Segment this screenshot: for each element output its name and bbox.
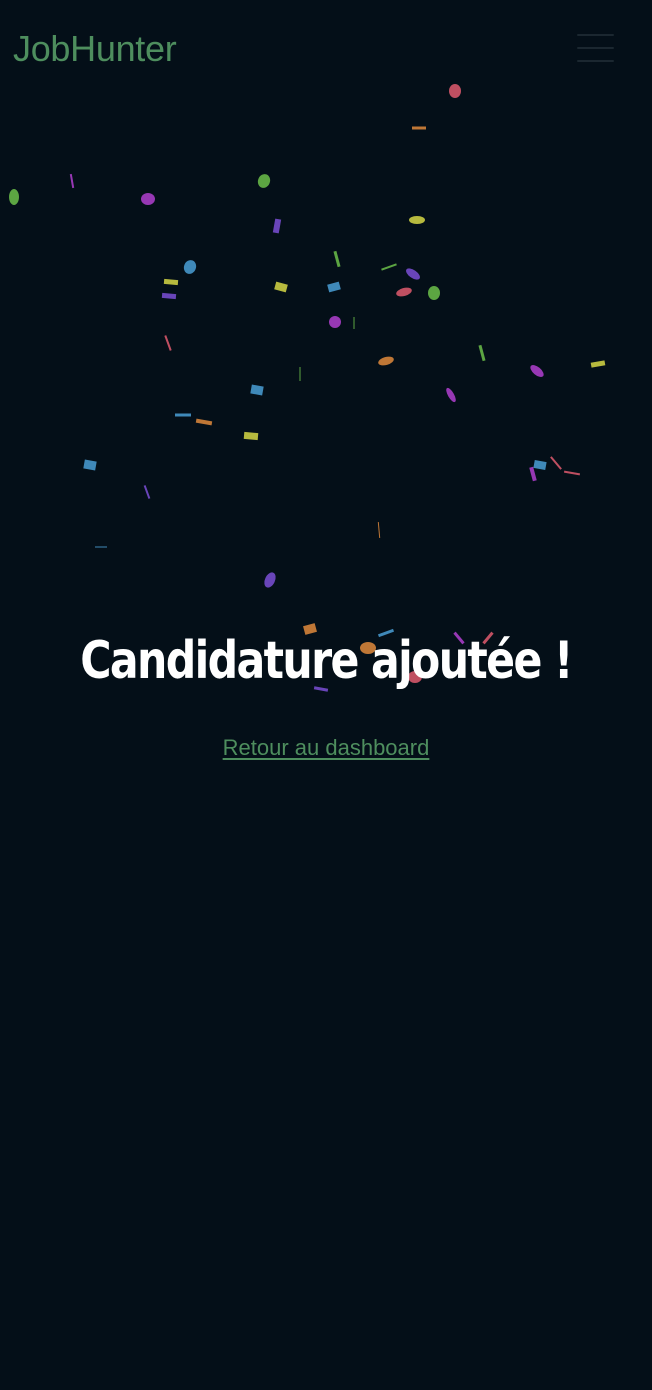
confetti-piece (95, 546, 107, 548)
confetti-piece (9, 189, 19, 205)
confetti-piece (529, 466, 537, 482)
hamburger-menu-icon (577, 34, 614, 36)
confetti-piece (563, 470, 581, 476)
confetti-piece (590, 360, 606, 368)
confetti-piece (327, 281, 341, 293)
confetti-piece (377, 521, 381, 539)
back-to-dashboard-link[interactable]: Retour au dashboard (223, 735, 430, 760)
confetti-piece (329, 316, 341, 328)
confetti-piece (69, 173, 75, 189)
confetti-piece (550, 456, 562, 470)
back-link-container: Retour au dashboard (0, 733, 652, 763)
confetti-piece (143, 485, 151, 499)
confetti-piece (478, 344, 486, 362)
confetti-piece (195, 418, 213, 426)
confetti-piece (274, 281, 288, 293)
confetti-piece (409, 216, 425, 224)
confetti-piece (164, 335, 172, 351)
confetti-piece (83, 459, 97, 471)
header: JobHunter (0, 0, 652, 96)
confetti-piece (161, 292, 177, 300)
confetti-piece (396, 287, 412, 297)
confetti-piece (406, 268, 420, 280)
confetti-piece (183, 260, 197, 274)
confetti-piece (264, 572, 276, 588)
confetti-piece (333, 250, 341, 268)
confetti-piece (272, 218, 282, 234)
confetti-piece (141, 193, 155, 205)
confetti-piece (243, 431, 259, 441)
confetti-piece (446, 387, 456, 403)
page-title: Candidature ajoutée ! (80, 631, 573, 691)
confetti-piece (175, 413, 191, 417)
brand-logo-link[interactable]: JobHunter (13, 27, 177, 71)
confetti-piece (353, 317, 355, 329)
confetti-piece (533, 460, 547, 470)
hamburger-menu-button[interactable] (572, 30, 618, 68)
confetti-piece (381, 263, 397, 271)
confetti-piece (163, 278, 179, 286)
hamburger-menu-icon-bar (577, 60, 614, 62)
confetti-piece (299, 367, 301, 381)
confetti-piece (428, 286, 440, 300)
hamburger-menu-icon-bar (577, 47, 614, 49)
confetti-piece (250, 384, 264, 396)
confetti-piece (412, 126, 426, 130)
confetti-piece (378, 356, 394, 366)
confetti-piece (257, 174, 271, 188)
confetti-piece (530, 365, 544, 377)
